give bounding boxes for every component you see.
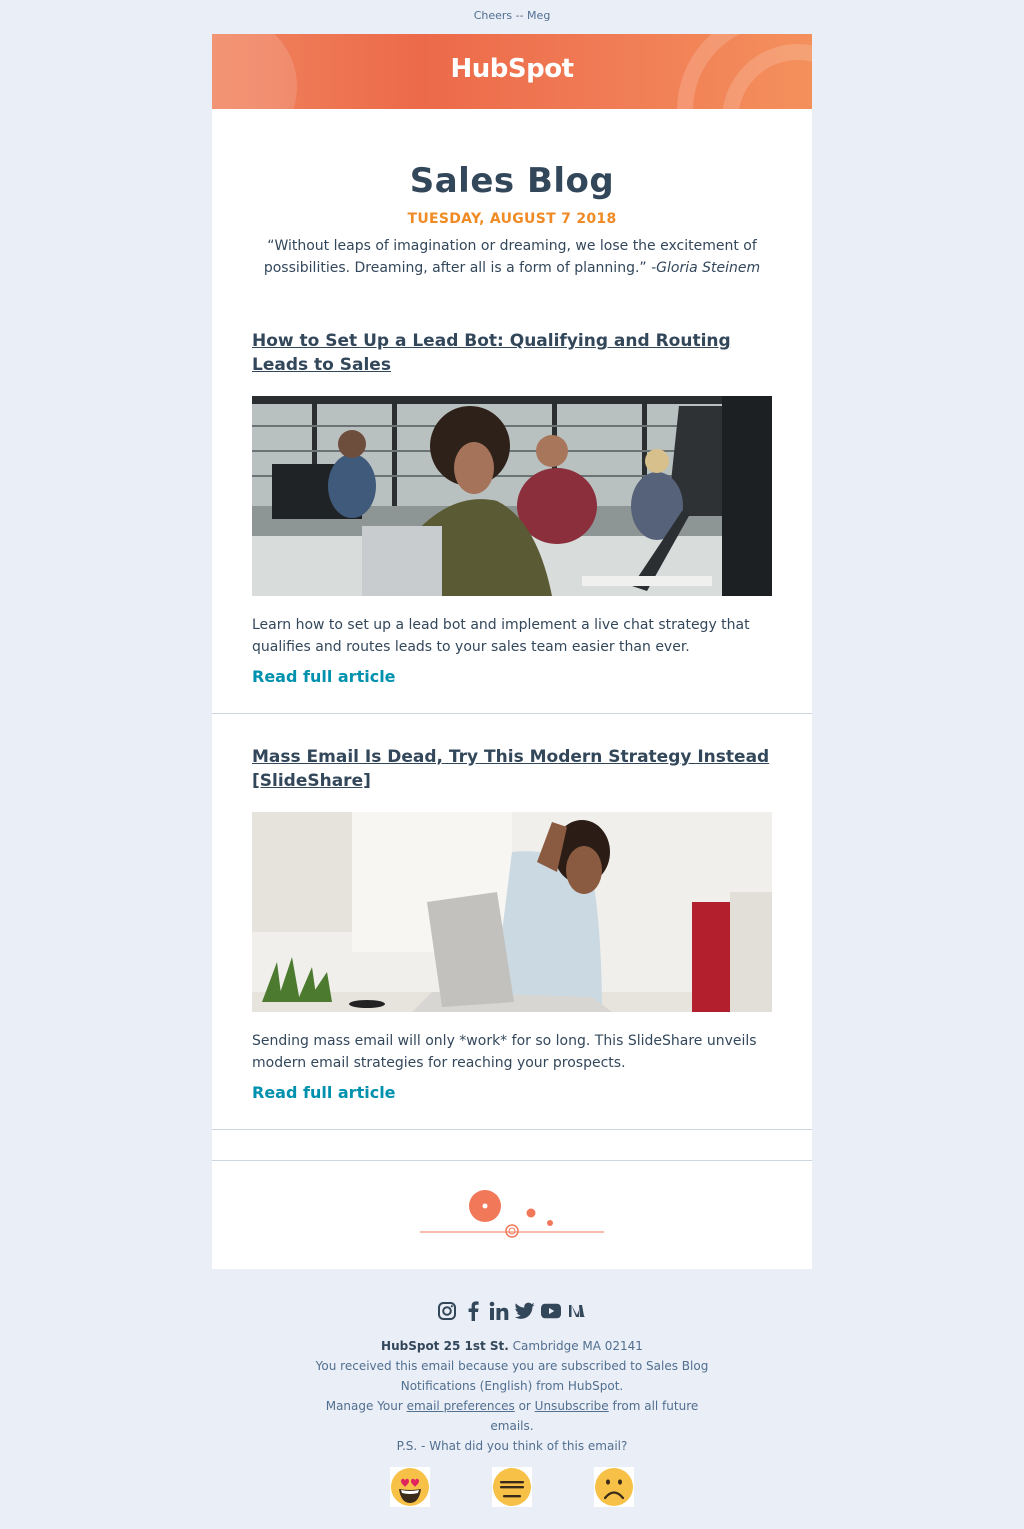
- twitter-icon[interactable]: [515, 1300, 535, 1322]
- manage-prefix: Manage Your: [325, 1399, 403, 1413]
- publish-date: TUESDAY, AUGUST 7 2018: [407, 211, 617, 227]
- hubspot-logo[interactable]: HubSpot: [212, 54, 812, 84]
- article-2: Mass Email Is Dead, Try This Modern Stra…: [252, 745, 772, 1105]
- footer-address: HubSpot 25 1st St. Cambridge MA 02141: [312, 1336, 712, 1356]
- feedback-emojis: [390, 1467, 634, 1507]
- heart-eyes-emoji-icon[interactable]: [390, 1467, 430, 1507]
- company-address: Cambridge MA 02141: [512, 1339, 643, 1353]
- instagram-icon[interactable]: [437, 1300, 457, 1322]
- feedback-prompt: P.S. - What did you think of this email?: [396, 1439, 628, 1453]
- social-links: [0, 1300, 1024, 1322]
- orbit-illustration: [419, 1189, 605, 1241]
- article-title-link[interactable]: Mass Email Is Dead, Try This Modern Stra…: [252, 745, 772, 793]
- section-divider: [212, 713, 812, 714]
- article-description: Sending mass email will only *work* for …: [252, 1033, 757, 1071]
- email-preferences-link[interactable]: email preferences: [407, 1399, 515, 1413]
- section-divider: [212, 1129, 812, 1130]
- quote: “Without leaps of imagination or dreamin…: [252, 235, 772, 279]
- article-image-office[interactable]: [252, 396, 772, 596]
- email-body: Sales Blog TUESDAY, AUGUST 7 2018 “Witho…: [212, 109, 812, 1269]
- youtube-icon[interactable]: [541, 1300, 561, 1322]
- preheader-text: Cheers -- Meg: [473, 9, 551, 22]
- company-name: HubSpot 25 1st St.: [381, 1339, 509, 1353]
- manage-preferences: Manage Your email preferences or Unsubsc…: [312, 1396, 712, 1436]
- article-image-laptop[interactable]: [252, 812, 772, 1012]
- section-divider: [212, 1160, 812, 1161]
- header-banner: HubSpot: [212, 34, 812, 109]
- read-full-article-link[interactable]: Read full article: [252, 1083, 396, 1102]
- article-1: How to Set Up a Lead Bot: Qualifying and…: [252, 329, 772, 689]
- read-full-article-link[interactable]: Read full article: [252, 667, 396, 686]
- article-description: Learn how to set up a lead bot and imple…: [252, 617, 750, 655]
- footer: HubSpot 25 1st St. Cambridge MA 02141 Yo…: [312, 1336, 712, 1456]
- neutral-face-emoji-icon[interactable]: [492, 1467, 532, 1507]
- medium-icon[interactable]: [567, 1300, 587, 1322]
- linkedin-icon[interactable]: [489, 1300, 509, 1322]
- page-title: Sales Blog: [409, 161, 615, 201]
- quote-author: -Gloria Steinem: [651, 260, 761, 276]
- article-title-link[interactable]: How to Set Up a Lead Bot: Qualifying and…: [252, 329, 772, 377]
- or-text: or: [518, 1399, 531, 1413]
- unsubscribe-link[interactable]: Unsubscribe: [535, 1399, 609, 1413]
- logo-text: HubSpot: [450, 54, 574, 84]
- frowning-face-emoji-icon[interactable]: [594, 1467, 634, 1507]
- subscription-notice: You received this email because you are …: [315, 1359, 709, 1393]
- facebook-icon[interactable]: [463, 1300, 483, 1322]
